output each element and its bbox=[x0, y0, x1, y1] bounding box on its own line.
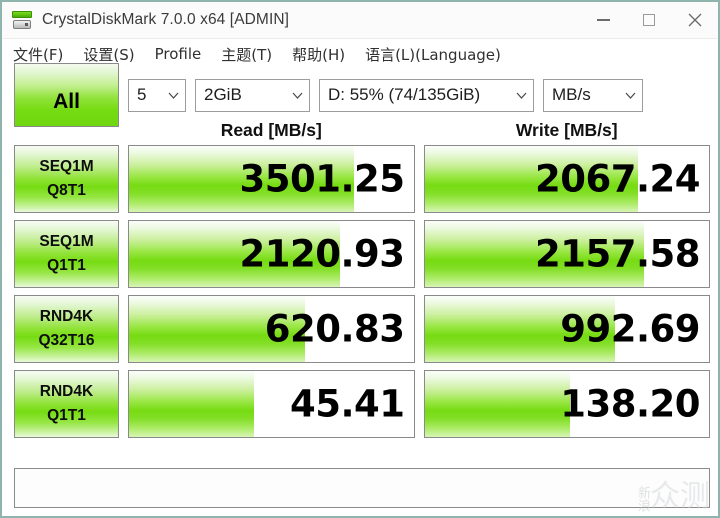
test-label-seq1m-q8t1[interactable]: SEQ1M Q8T1 bbox=[14, 145, 119, 213]
write-value: 2157.58 bbox=[534, 232, 701, 276]
write-value: 138.20 bbox=[560, 382, 700, 426]
table-row: SEQ1M Q8T1 3501.25 2067.24 bbox=[14, 145, 710, 213]
menu-item-settings[interactable]: 设置(S) bbox=[83, 44, 134, 65]
window-title: CrystalDiskMark 7.0.0 x64 [ADMIN] bbox=[42, 11, 290, 28]
test-label-line1: RND4K bbox=[39, 307, 94, 325]
crystaldiskmark-window: CrystalDiskMark 7.0.0 x64 [ADMIN] 文件(F) … bbox=[0, 0, 720, 518]
read-bar-fill bbox=[129, 371, 255, 437]
comment-bar[interactable] bbox=[14, 468, 710, 508]
test-label-rnd4k-q32t16[interactable]: RND4K Q32T16 bbox=[14, 295, 119, 363]
close-button[interactable] bbox=[672, 2, 718, 38]
read-value: 3501.25 bbox=[239, 157, 405, 201]
test-label-line1: SEQ1M bbox=[39, 157, 94, 175]
test-count-dropdown[interactable]: 5 bbox=[128, 78, 186, 112]
read-cell-rnd4k-q1t1: 45.41 bbox=[128, 370, 415, 438]
menu-item-language[interactable]: 语言(L)(Language) bbox=[365, 44, 501, 65]
read-cell-rnd4k-q32t16: 620.83 bbox=[128, 295, 415, 363]
write-cell-rnd4k-q1t1: 138.20 bbox=[423, 370, 710, 438]
maximize-icon bbox=[643, 14, 655, 26]
menu-item-profile[interactable]: Profile bbox=[155, 45, 202, 63]
test-label-line2: Q8T1 bbox=[47, 182, 86, 199]
write-cell-seq1m-q1t1: 2157.58 bbox=[423, 220, 710, 288]
read-cell-seq1m-q8t1: 3501.25 bbox=[128, 145, 415, 213]
chevron-down-icon bbox=[168, 92, 179, 99]
column-headers: Read [MB/s] Write [MB/s] bbox=[2, 115, 718, 145]
menu-item-theme[interactable]: 主题(T) bbox=[221, 44, 272, 65]
menu-item-help[interactable]: 帮助(H) bbox=[292, 44, 345, 65]
test-size-dropdown[interactable]: 2GiB bbox=[195, 78, 310, 112]
table-row: RND4K Q1T1 45.41 138.20 bbox=[14, 370, 710, 438]
write-value: 2067.24 bbox=[534, 157, 701, 201]
write-bar-fill bbox=[424, 371, 570, 437]
test-label-seq1m-q1t1[interactable]: SEQ1M Q1T1 bbox=[14, 220, 119, 288]
test-count-value: 5 bbox=[137, 85, 147, 104]
chevron-down-icon bbox=[625, 92, 636, 99]
chevron-down-icon bbox=[292, 92, 303, 99]
target-drive-dropdown[interactable]: D: 55% (74/135GiB) bbox=[319, 78, 534, 112]
menu-item-file[interactable]: 文件(F) bbox=[13, 44, 63, 65]
test-size-value: 2GiB bbox=[204, 85, 242, 104]
crystaldiskmark-icon bbox=[12, 10, 32, 30]
maximize-button[interactable] bbox=[626, 2, 672, 38]
target-drive-value: D: 55% (74/135GiB) bbox=[328, 85, 481, 104]
read-cell-seq1m-q1t1: 2120.93 bbox=[128, 220, 415, 288]
read-value: 45.41 bbox=[289, 382, 405, 426]
test-label-line1: RND4K bbox=[39, 382, 94, 400]
test-label-line2: Q1T1 bbox=[47, 407, 86, 424]
results-grid: SEQ1M Q8T1 3501.25 2067.24 SEQ1M Q1T1 21… bbox=[2, 145, 718, 466]
table-row: RND4K Q32T16 620.83 992.69 bbox=[14, 295, 710, 363]
read-value: 620.83 bbox=[264, 307, 405, 351]
unit-value: MB/s bbox=[552, 85, 591, 104]
write-cell-rnd4k-q32t16: 992.69 bbox=[423, 295, 710, 363]
close-icon bbox=[688, 13, 702, 27]
write-cell-seq1m-q8t1: 2067.24 bbox=[423, 145, 710, 213]
test-label-line2: Q32T16 bbox=[38, 332, 95, 349]
unit-dropdown[interactable]: MB/s bbox=[543, 78, 643, 112]
test-label-line1: SEQ1M bbox=[39, 232, 94, 250]
test-label-rnd4k-q1t1[interactable]: RND4K Q1T1 bbox=[14, 370, 119, 438]
column-header-write: Write [MB/s] bbox=[515, 119, 618, 140]
write-value: 992.69 bbox=[560, 307, 700, 351]
test-label-line2: Q1T1 bbox=[47, 257, 86, 274]
title-bar: CrystalDiskMark 7.0.0 x64 [ADMIN] bbox=[2, 2, 718, 39]
column-header-read: Read [MB/s] bbox=[220, 119, 322, 140]
toolbar: All 5 2GiB D: 55% (74/135GiB) MB/s bbox=[2, 63, 718, 127]
read-value: 2120.93 bbox=[239, 232, 405, 276]
minimize-button[interactable] bbox=[580, 2, 626, 38]
minimize-icon bbox=[596, 19, 610, 21]
window-controls bbox=[580, 2, 718, 38]
table-row: SEQ1M Q1T1 2120.93 2157.58 bbox=[14, 220, 710, 288]
chevron-down-icon bbox=[516, 92, 527, 99]
